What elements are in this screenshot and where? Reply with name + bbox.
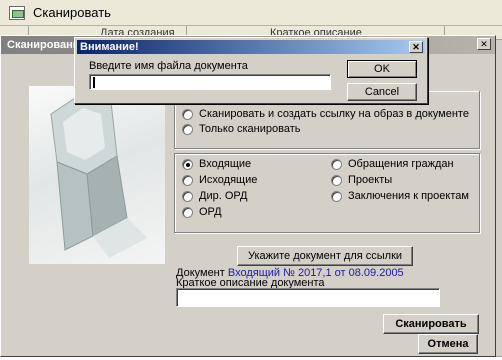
radio-label: Дир. ОРД: [199, 190, 248, 202]
app-titlebar: Сканировать: [0, 0, 502, 26]
radio-label: Только сканировать: [199, 123, 301, 135]
description-input[interactable]: [176, 288, 440, 307]
scan-button[interactable]: Сканировать: [383, 314, 479, 334]
radio-indicator[interactable]: [182, 123, 193, 135]
scanner-app-icon: [9, 5, 25, 20]
radio-indicator[interactable]: [182, 174, 193, 186]
radio-scan-and-link[interactable]: Сканировать и создать ссылку на образ в …: [182, 108, 469, 120]
radio-project-conclusions[interactable]: Заключения к проектам: [331, 190, 469, 202]
radio-indicator[interactable]: [331, 190, 342, 202]
alert-cancel-button[interactable]: Cancel: [347, 83, 417, 101]
radio-dir-ord[interactable]: Дир. ОРД: [182, 190, 247, 202]
filename-input[interactable]: [89, 74, 331, 90]
alert-titlebar[interactable]: Внимание! ✕: [77, 40, 425, 54]
text-caret: [93, 77, 95, 88]
filename-prompt-label: Введите имя файла документа: [89, 60, 248, 72]
app-title: Сканировать: [33, 5, 111, 20]
radio-outgoing[interactable]: Исходящие: [182, 174, 257, 186]
radio-incoming[interactable]: Входящие: [182, 158, 251, 170]
radio-indicator[interactable]: [182, 206, 193, 218]
select-reference-document-button[interactable]: Укажите документ для ссылки: [237, 246, 413, 266]
radio-indicator[interactable]: [331, 158, 342, 170]
radio-indicator-selected[interactable]: [182, 158, 193, 170]
scan-dialog-close-icon[interactable]: ✕: [477, 38, 491, 50]
radio-scan-only[interactable]: Только сканировать: [182, 123, 301, 135]
cancel-button[interactable]: Отмена: [418, 334, 478, 354]
radio-label: Входящие: [199, 158, 252, 170]
radio-ord[interactable]: ОРД: [182, 206, 222, 218]
radio-label: Сканировать и создать ссылку на образ в …: [199, 108, 469, 120]
radio-label: Обращения граждан: [348, 158, 454, 170]
radio-citizen-appeals[interactable]: Обращения граждан: [331, 158, 454, 170]
ok-button[interactable]: OK: [347, 60, 417, 78]
alert-close-icon[interactable]: ✕: [409, 41, 423, 53]
scanner-illustration-graphic: [50, 93, 147, 258]
radio-label: ОРД: [199, 206, 222, 218]
radio-indicator[interactable]: [182, 190, 193, 202]
filename-prompt-dialog: Внимание! ✕ Введите имя файла документа …: [74, 37, 428, 104]
radio-projects[interactable]: Проекты: [331, 174, 392, 186]
alert-title: Внимание!: [80, 41, 139, 53]
radio-indicator[interactable]: [331, 174, 342, 186]
radio-label: Исходящие: [199, 174, 258, 186]
scanner-illustration: [29, 86, 165, 264]
radio-label: Заключения к проектам: [348, 190, 469, 202]
radio-label: Проекты: [348, 174, 393, 186]
radio-indicator[interactable]: [182, 108, 193, 120]
